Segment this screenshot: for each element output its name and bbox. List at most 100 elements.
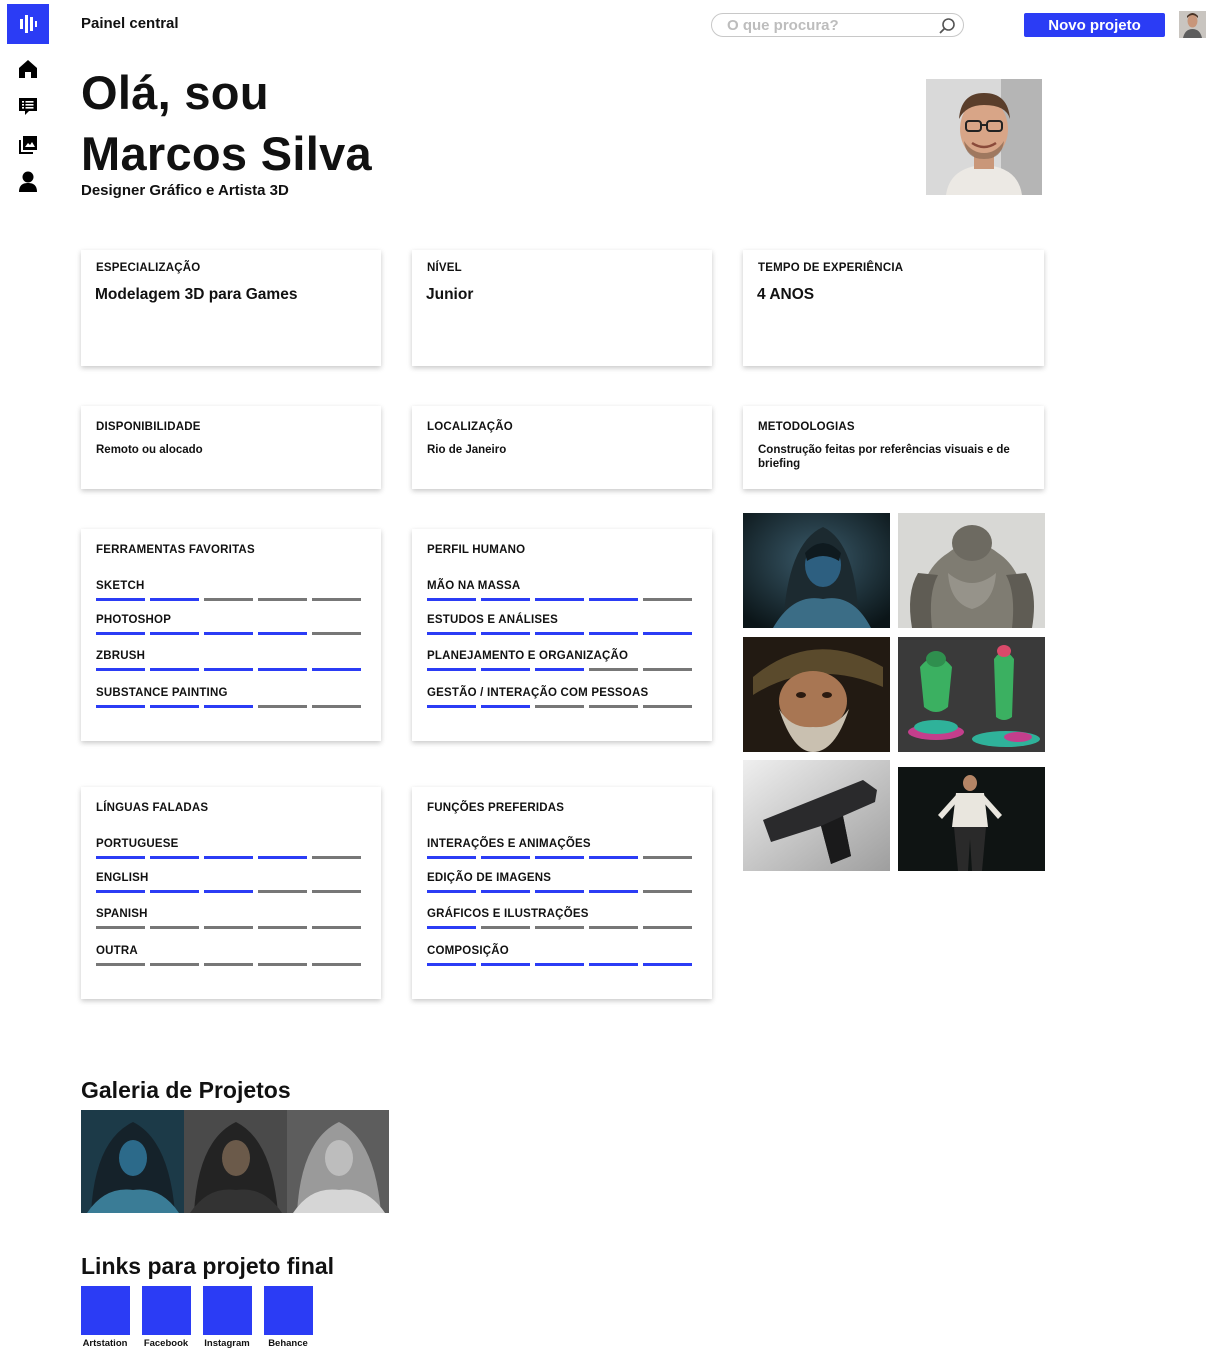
skill-name: INTERAÇÕES E ANIMAÇÕES	[427, 838, 591, 850]
level-segment-filled	[204, 705, 253, 708]
role-subtitle: Designer Gráfico e Artista 3D	[81, 182, 289, 199]
level-segment-filled	[204, 890, 253, 893]
level-segment-filled	[96, 632, 145, 635]
card-label: FERRAMENTAS FAVORITAS	[96, 544, 255, 556]
level-segment-filled	[481, 963, 530, 966]
link-label-artstation: Artstation	[82, 1338, 128, 1349]
skill-name: SKETCH	[96, 580, 145, 592]
skill-name: GESTÃO / INTERAÇÃO COM PESSOAS	[427, 687, 649, 699]
level-segment-empty	[258, 598, 307, 601]
portfolio-thumb-creature-sculpt[interactable]	[898, 513, 1045, 628]
level-segment-empty	[312, 890, 361, 893]
level-segment-empty	[312, 705, 361, 708]
link-instagram[interactable]	[203, 1286, 252, 1335]
level-segment-filled	[150, 890, 199, 893]
card-label: DISPONIBILIDADE	[96, 421, 201, 433]
nav-list[interactable]	[17, 95, 39, 117]
level-segment-filled	[589, 598, 638, 601]
level-segment-empty	[643, 598, 692, 601]
skill-level-meter	[427, 632, 692, 635]
card-label: TEMPO DE EXPERIÊNCIA	[758, 262, 904, 274]
level-segment-empty	[96, 963, 145, 966]
level-segment-filled	[427, 705, 476, 708]
skill-level-meter	[96, 598, 361, 601]
nav-profile[interactable]	[17, 171, 39, 193]
level-segment-filled	[150, 632, 199, 635]
link-label-behance: Behance	[268, 1338, 308, 1349]
level-segment-empty	[481, 926, 530, 929]
level-segment-filled	[427, 926, 476, 929]
level-segment-empty	[204, 963, 253, 966]
level-segment-filled	[535, 632, 584, 635]
level-segment-empty	[150, 926, 199, 929]
card-preferred-roles: FUNÇÕES PREFERIDAS INTERAÇÕES E ANIMAÇÕES…	[412, 787, 712, 999]
nav-home[interactable]	[17, 58, 39, 80]
search-icon[interactable]	[937, 16, 957, 36]
level-segment-empty	[258, 963, 307, 966]
level-segment-filled	[204, 632, 253, 635]
level-segment-filled	[535, 598, 584, 601]
card-label: LÍNGUAS FALADAS	[96, 802, 209, 814]
card-human-profile: PERFIL HUMANO MÃO NA MASSA ESTUDOS E ANÁLI…	[412, 529, 712, 741]
level-segment-empty	[312, 963, 361, 966]
card-value: Modelagem 3D para Games	[95, 286, 298, 303]
skill-level-meter	[96, 856, 361, 859]
skill-level-meter	[96, 668, 361, 671]
level-segment-filled	[481, 632, 530, 635]
level-segment-filled	[150, 856, 199, 859]
link-label-instagram: Instagram	[204, 1338, 250, 1349]
portfolio-thumb-hooded-warrior[interactable]	[743, 513, 890, 628]
level-segment-filled	[589, 632, 638, 635]
search-bar[interactable]	[711, 13, 964, 37]
portfolio-thumb-character[interactable]	[898, 767, 1045, 871]
new-project-button[interactable]: Novo projeto	[1024, 13, 1165, 37]
level-segment-filled	[643, 963, 692, 966]
link-facebook[interactable]	[142, 1286, 191, 1335]
link-artstation[interactable]	[81, 1286, 130, 1335]
portfolio-thumb-pistol[interactable]	[743, 760, 890, 871]
skill-name: PHOTOSHOP	[96, 614, 172, 626]
skill-name: ENGLISH	[96, 872, 149, 884]
skill-name: SPANISH	[96, 908, 148, 920]
profile-photo	[926, 79, 1042, 195]
portfolio-thumb-old-man[interactable]	[743, 637, 890, 752]
skill-level-meter	[427, 598, 692, 601]
level-segment-filled	[258, 856, 307, 859]
level-segment-filled	[258, 668, 307, 671]
user-avatar[interactable]	[1179, 11, 1206, 38]
level-segment-filled	[96, 668, 145, 671]
skill-level-meter	[427, 856, 692, 859]
level-segment-empty	[643, 705, 692, 708]
project-gallery-image[interactable]	[81, 1110, 389, 1213]
skill-name: PORTUGUESE	[96, 838, 179, 850]
level-segment-filled	[589, 963, 638, 966]
level-segment-filled	[427, 890, 476, 893]
search-input[interactable]	[712, 16, 932, 34]
level-segment-filled	[150, 668, 199, 671]
level-segment-filled	[535, 963, 584, 966]
level-segment-filled	[535, 856, 584, 859]
portfolio-thumb-figurines[interactable]	[898, 637, 1045, 752]
level-segment-filled	[204, 856, 253, 859]
level-segment-filled	[150, 598, 199, 601]
link-behance[interactable]	[264, 1286, 313, 1335]
nav-gallery[interactable]	[17, 134, 39, 156]
card-value: Junior	[426, 286, 474, 303]
skill-level-meter	[96, 963, 361, 966]
greeting-line-2: Marcos Silva	[81, 127, 372, 180]
app-logo[interactable]	[7, 4, 49, 44]
level-segment-filled	[589, 890, 638, 893]
level-segment-empty	[96, 926, 145, 929]
skill-name: EDIÇÃO DE IMAGENS	[427, 872, 552, 884]
level-segment-filled	[481, 668, 530, 671]
level-segment-filled	[96, 705, 145, 708]
level-segment-empty	[204, 598, 253, 601]
home-icon	[19, 60, 37, 78]
card-experience: TEMPO DE EXPERIÊNCIA 4 ANOS	[743, 250, 1044, 366]
skill-level-meter	[427, 963, 692, 966]
level-segment-filled	[312, 668, 361, 671]
card-label: METODOLOGIAS	[758, 421, 855, 433]
skill-level-meter	[427, 926, 692, 929]
card-value: 4 ANOS	[757, 286, 815, 303]
card-value: Construção feitas por referências visuai…	[758, 444, 1010, 470]
